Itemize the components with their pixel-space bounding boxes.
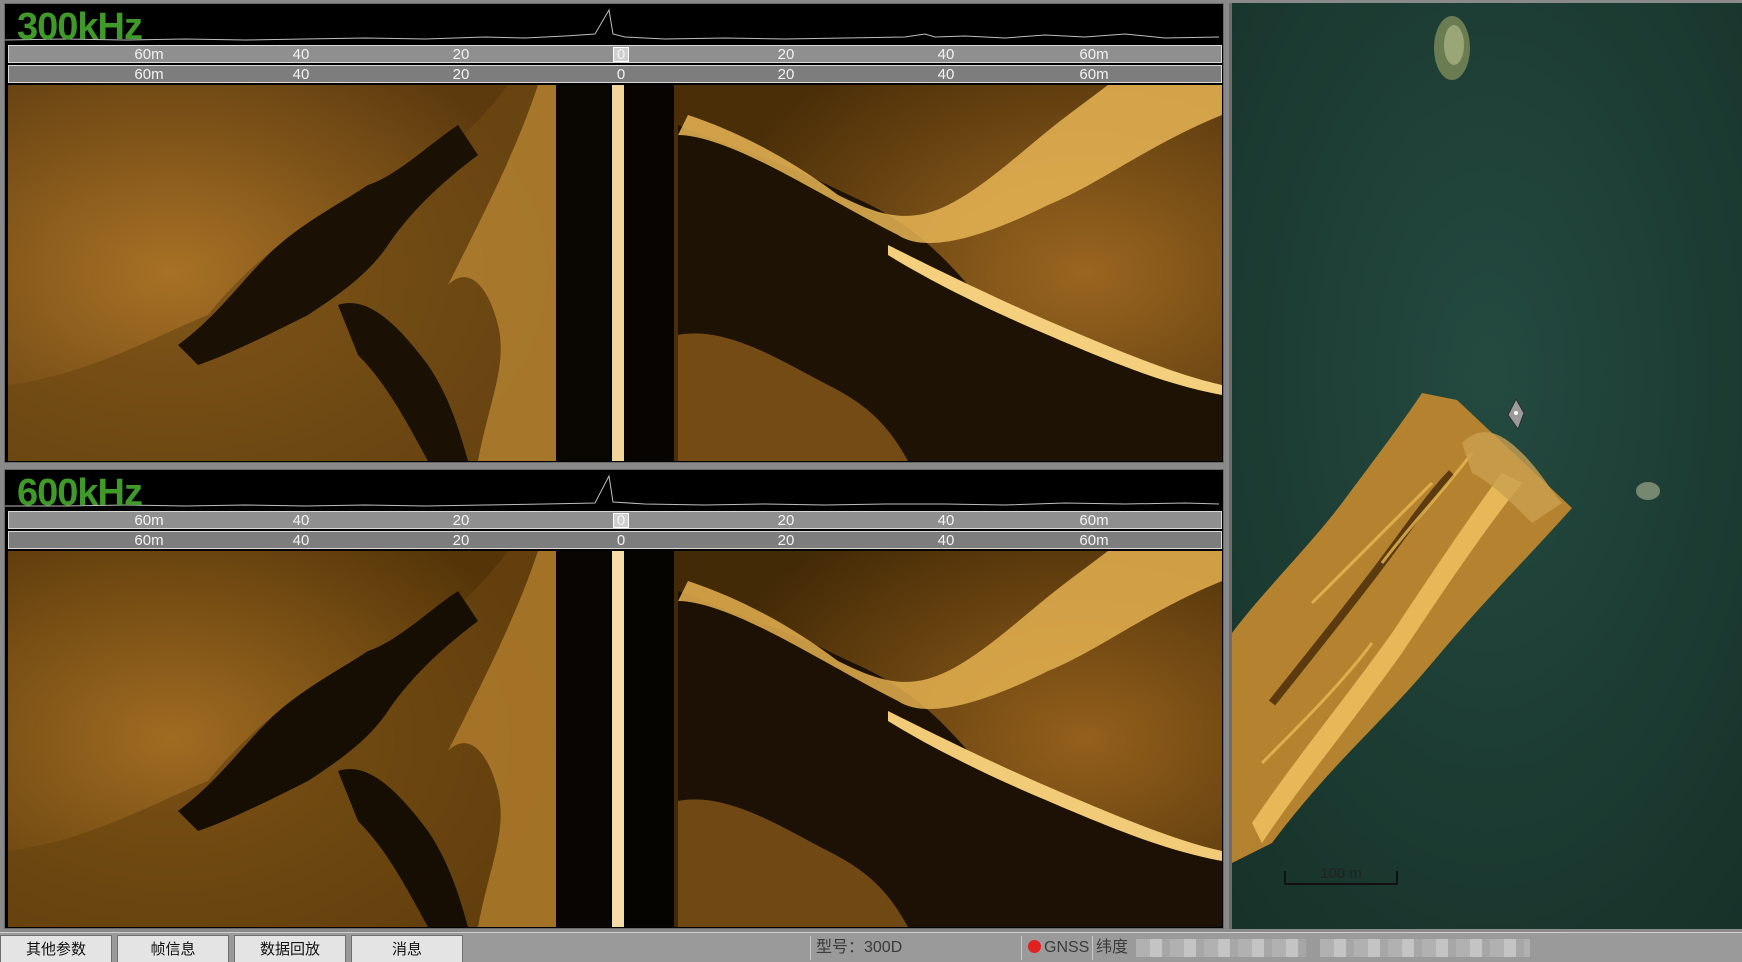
- scale-tick: 20: [452, 66, 470, 83]
- status-divider: [810, 936, 811, 960]
- frequency-label-300khz: 300kHz: [17, 6, 143, 48]
- scale-tick: 40: [292, 66, 310, 83]
- island-marker: [1434, 16, 1470, 80]
- tab-data-playback[interactable]: 数据回放: [234, 935, 346, 962]
- tab-other-params[interactable]: 其他参数: [0, 935, 112, 962]
- scale-tick: 40: [292, 512, 310, 529]
- small-islet: [1636, 482, 1660, 500]
- signal-amplitude-strip: [5, 470, 1223, 510]
- status-divider: [1092, 936, 1093, 960]
- tab-frame-info[interactable]: 帧信息: [117, 935, 229, 962]
- scale-tick: 60m: [134, 512, 164, 529]
- scale-tick: 60m: [134, 532, 164, 549]
- gnss-label: GNSS: [1044, 939, 1090, 956]
- scale-tick: 20: [777, 66, 795, 83]
- scale-tick: 0: [616, 46, 626, 63]
- map-view[interactable]: 100 m: [1229, 3, 1742, 929]
- range-scale-upper[interactable]: 60m 40 20 0 20 40 60m: [8, 511, 1222, 529]
- sidescan-waterfall-300khz[interactable]: [8, 85, 1222, 461]
- scale-tick: 60m: [1079, 46, 1109, 63]
- scale-tick: 0: [616, 512, 626, 529]
- scale-tick: 60m: [134, 46, 164, 63]
- scale-tick: 20: [452, 512, 470, 529]
- scale-tick: 0: [616, 66, 626, 83]
- gnss-status-dot-icon: [1028, 940, 1041, 953]
- status-divider: [1021, 936, 1022, 960]
- sonar-app-window: 300kHz 60m 40 20 0 20 40 60m 60m 40 20 0…: [0, 0, 1742, 962]
- scale-tick: 60m: [134, 66, 164, 83]
- redacted-longitude-value: [1320, 939, 1530, 957]
- scale-tick: 60m: [1079, 512, 1109, 529]
- scale-tick: 20: [777, 512, 795, 529]
- status-bar: 其他参数 帧信息 数据回放 消息 型号：300D GNSS 纬度: [0, 932, 1742, 962]
- scale-tick: 60m: [1079, 532, 1109, 549]
- tab-messages[interactable]: 消息: [351, 935, 463, 962]
- scale-tick: 20: [777, 46, 795, 63]
- scale-tick: 40: [937, 66, 955, 83]
- scale-tick: 0: [616, 532, 626, 549]
- map-scale-bar: 100 m: [1284, 865, 1398, 885]
- map-scale-label: 100 m: [1320, 865, 1362, 882]
- signal-amplitude-strip: [5, 4, 1223, 44]
- latitude-label: 纬度: [1096, 939, 1129, 956]
- model-readout: 型号：300D: [816, 939, 903, 956]
- range-scale-lower: 60m 40 20 0 20 40 60m: [8, 65, 1222, 83]
- scale-tick: 40: [937, 532, 955, 549]
- frequency-label-600khz: 600kHz: [17, 472, 143, 514]
- gnss-status: GNSS: [1028, 937, 1089, 959]
- scale-tick: 40: [937, 512, 955, 529]
- scale-tick: 20: [452, 532, 470, 549]
- scale-tick: 20: [777, 532, 795, 549]
- sonar-panel-600khz: 600kHz 60m 40 20 0 20 40 60m 60m 40 20 0…: [4, 469, 1224, 929]
- scale-tick: 40: [937, 46, 955, 63]
- scale-tick: 40: [292, 46, 310, 63]
- redacted-latitude-value: [1136, 939, 1306, 957]
- scale-tick: 40: [292, 532, 310, 549]
- sonar-panel-300khz: 300kHz 60m 40 20 0 20 40 60m 60m 40 20 0…: [4, 3, 1224, 463]
- range-scale-lower: 60m 40 20 0 20 40 60m: [8, 531, 1222, 549]
- scale-tick: 60m: [1079, 66, 1109, 83]
- sidescan-waterfall-600khz[interactable]: [8, 551, 1222, 927]
- range-scale-upper[interactable]: 60m 40 20 0 20 40 60m: [8, 45, 1222, 63]
- scale-tick: 20: [452, 46, 470, 63]
